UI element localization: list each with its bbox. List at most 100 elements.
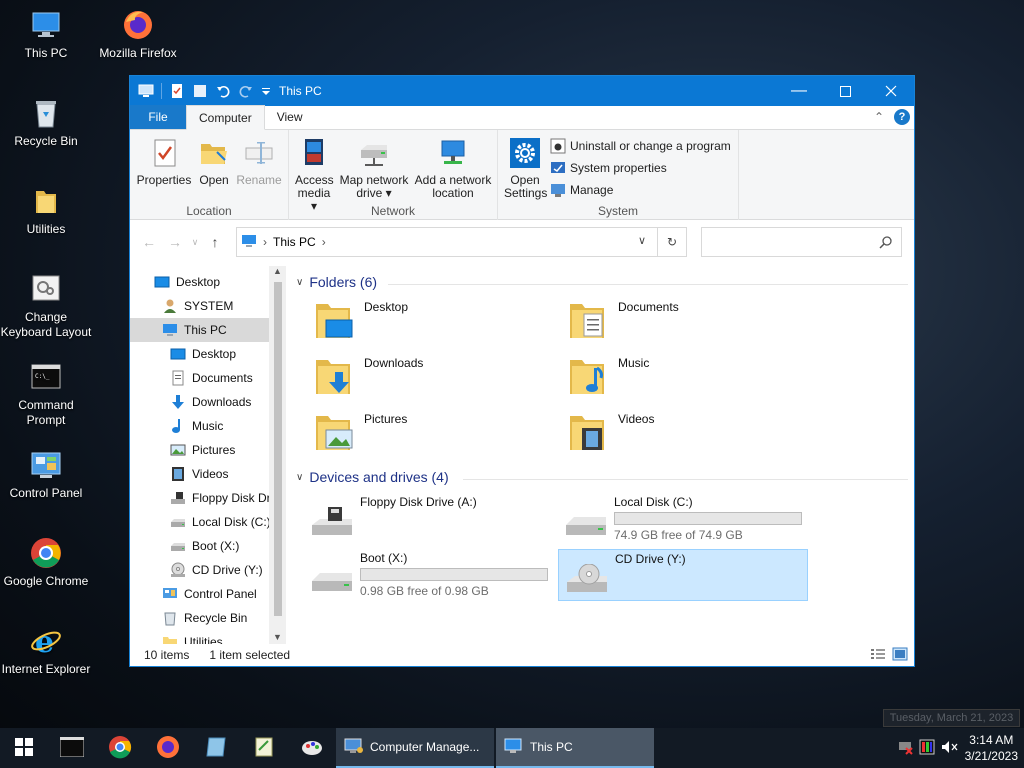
details-view-icon[interactable] bbox=[870, 647, 886, 664]
access-media-button[interactable]: Access media ▾ bbox=[295, 136, 334, 213]
breadcrumb-this-pc[interactable]: This PC bbox=[273, 235, 316, 249]
nav-item[interactable]: Control Panel bbox=[130, 582, 286, 606]
taskbar-firefox[interactable] bbox=[144, 728, 192, 768]
breadcrumb-separator-icon[interactable]: › bbox=[322, 235, 326, 249]
navigation-scrollbar[interactable]: ▲ ▼ bbox=[269, 266, 286, 644]
nav-item[interactable]: Local Disk (C:) bbox=[130, 510, 286, 534]
folder-tile-pictures[interactable]: Pictures bbox=[314, 412, 407, 454]
desktop-icon-utilities[interactable]: Utilities bbox=[0, 184, 92, 237]
up-arrow-icon[interactable]: ↑ bbox=[202, 234, 228, 250]
nav-item[interactable]: CD Drive (Y:) bbox=[130, 558, 286, 582]
collapse-chevron-icon[interactable]: ∨ bbox=[296, 277, 303, 288]
desktop-icon-command-prompt[interactable]: C:\_ Command Prompt bbox=[0, 360, 92, 428]
folder-icon bbox=[29, 184, 63, 218]
recent-locations-chevron-icon[interactable]: ∨ bbox=[188, 237, 202, 248]
add-network-location-button[interactable]: Add a network location bbox=[413, 136, 493, 200]
drive-tile-local-disk-c[interactable]: Local Disk (C:) 74.9 GB free of 74.9 GB bbox=[558, 493, 808, 545]
volume-muted-icon[interactable] bbox=[941, 739, 959, 758]
system-properties-button[interactable]: System properties bbox=[550, 160, 667, 176]
nav-item[interactable]: Desktop bbox=[130, 270, 286, 294]
taskbar-app-icon-3[interactable] bbox=[288, 728, 336, 768]
drive-tile-floppy[interactable]: Floppy Disk Drive (A:) bbox=[304, 493, 554, 545]
taskbar-app-icon-1[interactable] bbox=[192, 728, 240, 768]
nav-item[interactable]: Desktop bbox=[130, 342, 286, 366]
back-arrow-icon[interactable]: ← bbox=[136, 234, 162, 250]
desktop-icon-this-pc[interactable]: This PC bbox=[0, 8, 92, 61]
properties-qa-icon[interactable] bbox=[169, 83, 185, 99]
network-icon[interactable] bbox=[897, 739, 913, 758]
help-icon[interactable]: ? bbox=[894, 109, 910, 125]
properties-button[interactable]: Properties bbox=[136, 136, 192, 187]
address-dropdown-chevron-icon[interactable]: ∨ bbox=[638, 234, 646, 247]
open-settings-button[interactable]: Open Settings bbox=[504, 136, 547, 200]
close-button[interactable] bbox=[868, 76, 914, 106]
large-icons-view-icon[interactable] bbox=[892, 647, 908, 664]
taskbar-app-icon-2[interactable] bbox=[240, 728, 288, 768]
tab-file[interactable]: File bbox=[130, 105, 186, 129]
tab-computer[interactable]: Computer bbox=[186, 105, 265, 130]
forward-arrow-icon[interactable]: → bbox=[162, 234, 188, 250]
tab-view[interactable]: View bbox=[265, 105, 315, 129]
drives-section-header[interactable]: ∨ Devices and drives (4) bbox=[296, 469, 449, 485]
uninstall-program-button[interactable]: Uninstall or change a program bbox=[550, 138, 731, 154]
collapse-chevron-icon[interactable]: ∨ bbox=[296, 472, 303, 483]
taskbar-command-prompt[interactable] bbox=[48, 728, 96, 768]
display-color-icon[interactable] bbox=[919, 739, 935, 758]
refresh-button[interactable]: ↻ bbox=[657, 227, 687, 257]
nav-item[interactable]: Documents bbox=[130, 366, 286, 390]
desktop-icon-control-panel[interactable]: Control Panel bbox=[0, 448, 92, 501]
folders-section-header[interactable]: ∨ Folders (6) bbox=[296, 274, 377, 290]
redo-icon[interactable] bbox=[238, 83, 254, 99]
breadcrumb-separator-icon[interactable]: › bbox=[263, 235, 267, 249]
folder-tile-documents[interactable]: Documents bbox=[568, 300, 679, 342]
nav-item-label: Desktop bbox=[176, 275, 221, 289]
manage-button[interactable]: Manage bbox=[550, 182, 613, 198]
nav-item[interactable]: SYSTEM bbox=[130, 294, 286, 318]
drive-tile-boot-x[interactable]: Boot (X:) 0.98 GB free of 0.98 GB bbox=[304, 549, 554, 601]
title-bar[interactable]: This PC — bbox=[130, 76, 914, 106]
desktop-icon-firefox[interactable]: Mozilla Firefox bbox=[92, 8, 184, 61]
folder-tile-desktop[interactable]: Desktop bbox=[314, 300, 408, 342]
taskbar-chrome[interactable] bbox=[96, 728, 144, 768]
new-folder-qa-icon[interactable] bbox=[192, 83, 208, 99]
customize-qa-chevron-icon[interactable] bbox=[261, 83, 271, 99]
desktop-icon-label: Mozilla Firefox bbox=[99, 46, 177, 60]
nav-item[interactable]: Downloads bbox=[130, 390, 286, 414]
folder-tile-music[interactable]: Music bbox=[568, 356, 649, 398]
open-button[interactable]: Open bbox=[194, 136, 234, 187]
nav-item[interactable]: Floppy Disk Dri bbox=[130, 486, 286, 510]
collapse-ribbon-chevron-icon[interactable]: ⌃ bbox=[874, 110, 884, 124]
desktop-icon-chrome[interactable]: Google Chrome bbox=[0, 536, 92, 589]
nav-item[interactable]: Pictures bbox=[130, 438, 286, 462]
nav-item[interactable]: Utilities bbox=[130, 630, 286, 644]
nav-item[interactable]: Recycle Bin bbox=[130, 606, 286, 630]
nav-item[interactable]: This PC bbox=[130, 318, 286, 342]
folder-tile-videos[interactable]: Videos bbox=[568, 412, 654, 454]
map-network-drive-button[interactable]: Map network drive ▾ bbox=[337, 136, 411, 200]
folder-tile-downloads[interactable]: Downloads bbox=[314, 356, 423, 398]
maximize-button[interactable] bbox=[822, 76, 868, 106]
nav-item-label: SYSTEM bbox=[184, 299, 234, 313]
computer-icon[interactable] bbox=[138, 83, 154, 99]
start-button[interactable] bbox=[0, 728, 48, 768]
nav-item[interactable]: Videos bbox=[130, 462, 286, 486]
nav-item[interactable]: Boot (X:) bbox=[130, 534, 286, 558]
desktop-icon-keyboard-layout[interactable]: Change Keyboard Layout bbox=[0, 272, 92, 340]
pictures-icon bbox=[170, 442, 186, 458]
search-input[interactable] bbox=[701, 227, 902, 257]
taskbar-app-computer-management[interactable]: Computer Manage... bbox=[336, 728, 494, 768]
rename-button[interactable]: Rename bbox=[236, 136, 282, 187]
address-bar[interactable]: › This PC › ∨ bbox=[236, 227, 687, 257]
scroll-down-icon[interactable]: ▼ bbox=[273, 632, 282, 642]
desktop-icon-internet-explorer[interactable]: e Internet Explorer bbox=[0, 624, 92, 677]
firefox-icon bbox=[121, 8, 155, 42]
undo-icon[interactable] bbox=[215, 83, 231, 99]
nav-item[interactable]: Music bbox=[130, 414, 286, 438]
minimize-button[interactable]: — bbox=[776, 76, 822, 106]
scrollbar-thumb[interactable] bbox=[274, 282, 282, 616]
drive-tile-cd-drive-y[interactable]: CD Drive (Y:) bbox=[558, 549, 808, 601]
taskbar-app-this-pc[interactable]: This PC bbox=[496, 728, 654, 768]
clock[interactable]: 3:14 AM 3/21/2023 bbox=[965, 732, 1018, 764]
scroll-up-icon[interactable]: ▲ bbox=[273, 266, 282, 276]
desktop-icon-recycle-bin[interactable]: Recycle Bin bbox=[0, 96, 92, 149]
